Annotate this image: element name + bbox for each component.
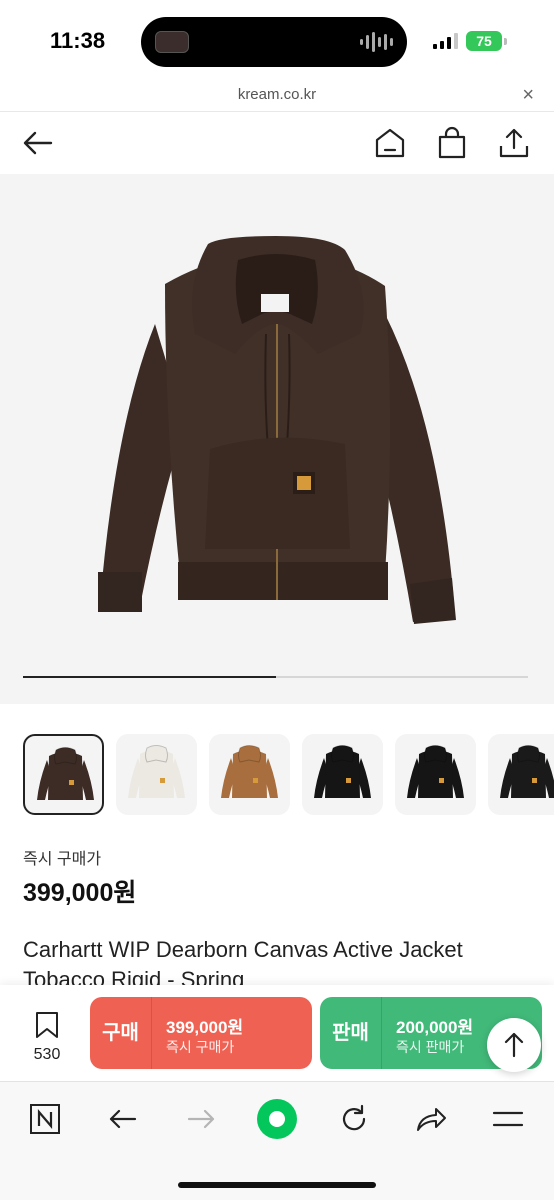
reload-icon[interactable] [337,1102,371,1136]
now-playing-thumbnail [155,31,189,53]
sell-label: 판매 [320,997,382,1069]
menu-icon[interactable] [491,1102,525,1136]
url-text[interactable]: kream.co.kr [0,86,554,103]
product-image-carousel[interactable] [0,174,554,704]
battery-icon: 75 [466,31,502,51]
color-thumbnail-white[interactable] [116,734,197,815]
product-photo [98,236,456,624]
gallery-progress-fill [23,676,276,678]
dynamic-island[interactable] [141,17,407,67]
sell-sub-label: 즉시 판매가 [396,1039,465,1055]
buy-label: 구매 [90,997,152,1069]
bookmark-icon [36,1012,58,1038]
shopping-bag-icon[interactable] [435,126,469,160]
buy-sub-label: 즉시 구매가 [166,1039,235,1055]
product-title: Carhartt WIP Dearborn Canvas Active Jack… [23,937,463,991]
color-thumbnail-black[interactable] [395,734,476,815]
jacket-thumbnail-image [314,745,371,798]
share-icon[interactable] [414,1102,448,1136]
color-thumbnail-tobacco[interactable] [23,734,104,815]
close-icon[interactable]: × [522,84,534,107]
battery-level: 75 [476,33,492,49]
color-thumbnails [23,734,554,816]
app-header [0,112,554,174]
scroll-top-button[interactable] [487,1018,541,1072]
jacket-thumbnail-image [37,747,94,800]
battery-tip [504,38,507,45]
share-icon[interactable] [497,126,531,160]
back-arrow-icon[interactable] [21,126,55,160]
sell-price: 200,000원 [396,1018,474,1037]
jacket-thumbnail-image [128,745,185,798]
signal-icon [433,33,458,49]
screen: 11:38 75 kream.co.kr × 즉시 구매가 399,000원 C… [0,0,554,1200]
forward-icon[interactable] [184,1102,218,1136]
jacket-thumbnail-image [500,745,554,798]
back-icon[interactable] [106,1102,140,1136]
jacket-thumbnail-image [221,745,278,798]
instant-price: 399,000원 [23,879,137,907]
home-icon[interactable] [373,126,407,160]
gallery-progress [23,676,528,678]
arrow-up-icon [504,1032,524,1058]
audio-wave-icon [360,31,393,53]
color-thumbnail-black[interactable] [302,734,383,815]
color-thumbnail-black[interactable] [488,734,554,815]
status-bar: 11:38 75 [0,0,554,82]
instant-price-label: 즉시 구매가 [23,851,102,868]
url-bar[interactable]: kream.co.kr × [0,82,554,112]
wishlist-button[interactable]: 530 [22,1011,72,1064]
buy-price: 399,000원 [166,1018,244,1037]
wishlist-count: 530 [33,1046,61,1063]
naver-n-icon[interactable] [28,1102,62,1136]
purchase-action-bar: 530 구매 399,000원 즉시 구매가 판매 200,000원 즉시 판매… [0,985,554,1081]
browser-toolbar [0,1081,554,1200]
color-thumbnail-hamilton-brown[interactable] [209,734,290,815]
buy-button[interactable]: 구매 399,000원 즉시 구매가 [90,997,312,1069]
home-green-icon[interactable] [256,1098,298,1140]
jacket-thumbnail-image [407,745,464,798]
status-time: 11:38 [50,28,106,53]
home-indicator [178,1182,376,1188]
